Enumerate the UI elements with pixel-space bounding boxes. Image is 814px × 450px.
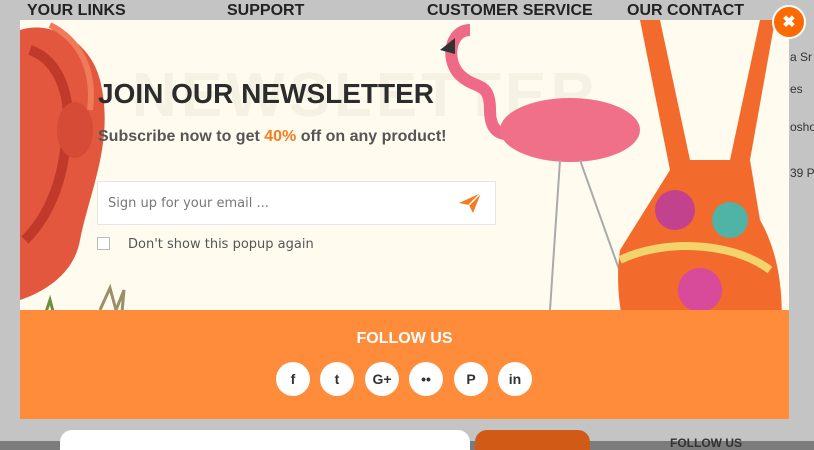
footer-heading-support: SUPPORT — [227, 2, 305, 19]
paper-plane-icon[interactable] — [457, 191, 483, 215]
google-plus-icon[interactable]: G+ — [365, 362, 399, 396]
linkedin-icon[interactable]: in — [498, 362, 532, 396]
social-links: f t G+ •• P in — [276, 362, 536, 396]
discount-highlight: 40% — [264, 128, 297, 145]
linkedin-glyph: in — [508, 371, 522, 387]
twitter-glyph: t — [334, 371, 340, 387]
google-plus-glyph: G+ — [372, 371, 392, 387]
footer-heading-links: YOUR LINKS — [27, 2, 126, 19]
newsletter-title: JOIN OUR NEWSLETTER — [98, 78, 435, 109]
dont-show-label: Don't show this popup again — [128, 237, 314, 252]
flickr-icon[interactable]: •• — [409, 362, 443, 396]
follow-us-title: FOLLOW US — [356, 330, 453, 347]
contact-snippet: 39 Pl — [790, 166, 814, 180]
pinterest-icon[interactable]: P — [454, 362, 488, 396]
facebook-glyph: f — [290, 371, 296, 387]
facebook-icon[interactable]: f — [276, 362, 310, 396]
close-icon[interactable]: ✖ — [772, 5, 806, 39]
pinterest-glyph: P — [466, 371, 476, 387]
bottom-subscribe-button — [475, 430, 590, 450]
newsletter-popup: NEWSLETTER JOIN OUR NEWSLETTER Subscribe… — [20, 20, 789, 419]
email-signup-form — [97, 181, 496, 225]
dont-show-checkbox[interactable] — [97, 237, 110, 250]
bottom-follow-label: FOLLOW US — [670, 436, 742, 450]
footer-heading-customer-service: CUSTOMER SERVICE — [427, 2, 593, 19]
subtitle-text: off on any product! — [296, 128, 447, 145]
footer-headings: YOUR LINKS SUPPORT CUSTOMER SERVICE OUR … — [0, 2, 814, 22]
contact-snippet: es — [790, 82, 803, 96]
email-input[interactable] — [98, 182, 458, 224]
subtitle-text: Subscribe now to get — [98, 128, 265, 145]
contact-snippet: osho — [790, 120, 814, 134]
bottom-newsletter-field — [60, 430, 470, 450]
twitter-icon[interactable]: t — [320, 362, 354, 396]
newsletter-subtitle: Subscribe now to get 40% off on any prod… — [98, 128, 446, 146]
follow-us-section: FOLLOW US f t G+ •• P in — [20, 310, 789, 419]
footer-heading-contact: OUR CONTACT — [627, 2, 745, 19]
flickr-glyph: •• — [421, 371, 431, 387]
contact-snippet: a Sr — [790, 50, 813, 64]
